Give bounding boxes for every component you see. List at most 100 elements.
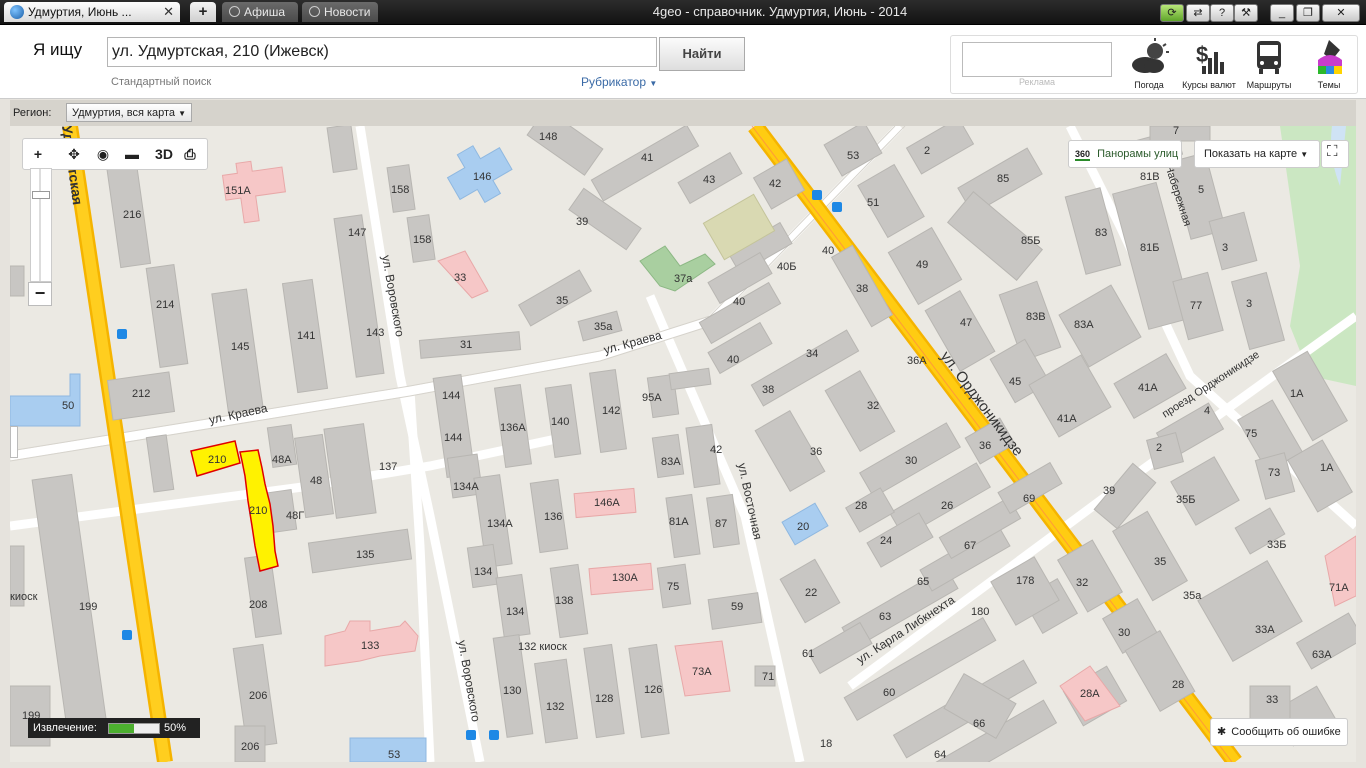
building-number: 216 — [123, 209, 141, 221]
maximize-button[interactable]: ❐ — [1296, 4, 1320, 22]
pan-button[interactable]: ✥ — [63, 144, 85, 164]
routes-button[interactable]: Маршруты — [1239, 38, 1299, 90]
building-number: 83А — [661, 456, 681, 468]
building-number: 85Б — [1021, 235, 1040, 247]
region-select[interactable]: Удмуртия, вся карта ▼ — [66, 103, 192, 122]
building-number: 20 — [797, 521, 809, 533]
help-icon: ? — [1218, 7, 1226, 19]
network-icon: ⇄ — [1193, 7, 1203, 19]
building-number: 35а — [1183, 590, 1202, 602]
service-label: Курсы валют — [1182, 80, 1236, 90]
tab-afisha[interactable]: Афиша — [222, 2, 298, 22]
building-number: 134А — [487, 518, 513, 530]
building-number: 212 — [132, 388, 150, 400]
tab-news[interactable]: Новости — [302, 2, 378, 22]
close-icon: ✕ — [1336, 7, 1346, 19]
map-toolbar: + ✥ ◉ ▬ 3D ⎙ — [22, 138, 208, 170]
tab-label: Афиша — [244, 5, 286, 19]
building-number: 73А — [692, 666, 712, 678]
pan-icon: ✥ — [68, 146, 80, 162]
building-number: 199 — [79, 601, 97, 613]
building-number: 53 — [847, 150, 859, 162]
zoom-out-button[interactable]: − — [28, 282, 52, 306]
building-number: 144 — [444, 432, 462, 444]
building-number: 41 — [641, 152, 653, 164]
fullscreen-button[interactable]: ⛶ — [1321, 140, 1349, 168]
ad-label: Реклама — [1018, 77, 1056, 87]
zoom-slider[interactable] — [30, 168, 52, 282]
building-number: 45 — [1009, 376, 1021, 388]
report-error-button[interactable]: ✱ Сообщить об ошибке — [1210, 718, 1348, 746]
building-number: 42 — [769, 178, 781, 190]
building-number: 130А — [612, 572, 638, 584]
globe-icon — [10, 5, 24, 19]
building-number: 37а — [674, 273, 693, 285]
3d-button[interactable]: 3D — [149, 144, 179, 164]
building-number: 206 — [241, 741, 259, 753]
building-number: 26 — [941, 500, 953, 512]
building-number: 28 — [1172, 679, 1184, 691]
map-canvas[interactable]: ул. Краева ул. Краева ул. Воровского ул.… — [10, 126, 1356, 762]
themes-button[interactable]: Темы — [1299, 38, 1359, 90]
search-button[interactable]: Найти — [659, 37, 745, 71]
building-number: 2 — [1156, 442, 1162, 454]
help-button[interactable]: ? — [1210, 4, 1234, 22]
building-number: 77 — [1190, 300, 1202, 312]
building-number: 133 — [361, 640, 379, 652]
building-number: 180 — [971, 606, 989, 618]
building-number: 43 — [703, 174, 715, 186]
network-button[interactable]: ⇄ — [1186, 4, 1210, 22]
building-number: 206 — [249, 690, 267, 702]
close-window-button[interactable]: ✕ — [1322, 4, 1360, 22]
show-on-map-dropdown[interactable]: Показать на карте ▼ — [1194, 140, 1320, 168]
minimize-icon: _ — [1278, 7, 1286, 19]
building-number: 71 — [762, 671, 774, 683]
building-number: 137 — [379, 461, 397, 473]
building-number: 36 — [979, 440, 991, 452]
ruler-icon: ▬ — [125, 146, 139, 162]
search-input[interactable] — [107, 37, 657, 67]
ruler-button[interactable]: ▬ — [121, 144, 143, 164]
locate-button[interactable]: ◉ — [92, 144, 114, 164]
building-number: 40 — [733, 296, 745, 308]
building-number: 3 — [1222, 242, 1228, 254]
title-bar: Удмуртия, Июнь ... ✕ + Афиша Новости 4ge… — [0, 0, 1366, 25]
building-number: 35 — [556, 295, 568, 307]
building-number: 147 — [348, 227, 366, 239]
building-number: 28 — [855, 500, 867, 512]
building-number: 33 — [1266, 694, 1278, 706]
building-number: 39 — [576, 216, 588, 228]
currency-icon: $ — [1196, 42, 1224, 74]
building-number: 142 — [602, 405, 620, 417]
building-number: 33А — [1255, 624, 1275, 636]
zoom-handle[interactable] — [32, 191, 50, 199]
building-number: 210 — [249, 505, 267, 517]
building-number: 146 — [473, 171, 491, 183]
extraction-progress: Извлечение: 50% — [28, 718, 200, 738]
refresh-button[interactable]: ⟳ — [1160, 4, 1184, 22]
currency-button[interactable]: $ Курсы валют — [1179, 38, 1239, 90]
ad-banner[interactable] — [962, 42, 1112, 77]
zoom-in-button[interactable]: + — [27, 144, 49, 164]
print-button[interactable]: ⎙ — [179, 144, 201, 164]
building-number: 134 — [474, 566, 492, 578]
chevron-down-icon: ▼ — [1300, 150, 1309, 159]
tab-udmurtia[interactable]: Удмуртия, Июнь ... ✕ — [4, 2, 180, 22]
building-number: 30 — [1118, 627, 1130, 639]
building-number: 39 — [1103, 485, 1115, 497]
side-panel-toggle[interactable] — [10, 426, 18, 458]
building-number: 138 — [555, 595, 573, 607]
building-number: 69 — [1023, 493, 1035, 505]
minimize-button[interactable]: _ — [1270, 4, 1294, 22]
building-number: 60 — [883, 687, 895, 699]
panoramas-button[interactable]: 360 Панорамы улиц — [1068, 140, 1182, 168]
settings-button[interactable]: ⚒ — [1234, 4, 1258, 22]
weather-button[interactable]: Погода — [1119, 38, 1179, 90]
building-number: 66 — [973, 718, 985, 730]
maximize-icon: ❐ — [1303, 7, 1313, 19]
building-number: 83А — [1074, 319, 1094, 331]
rubricator-dropdown[interactable]: Рубрикатор ▼ — [581, 75, 657, 89]
new-tab-button[interactable]: + — [190, 2, 216, 22]
close-tab-icon[interactable]: ✕ — [163, 2, 174, 22]
building-number: 151А — [225, 185, 251, 197]
